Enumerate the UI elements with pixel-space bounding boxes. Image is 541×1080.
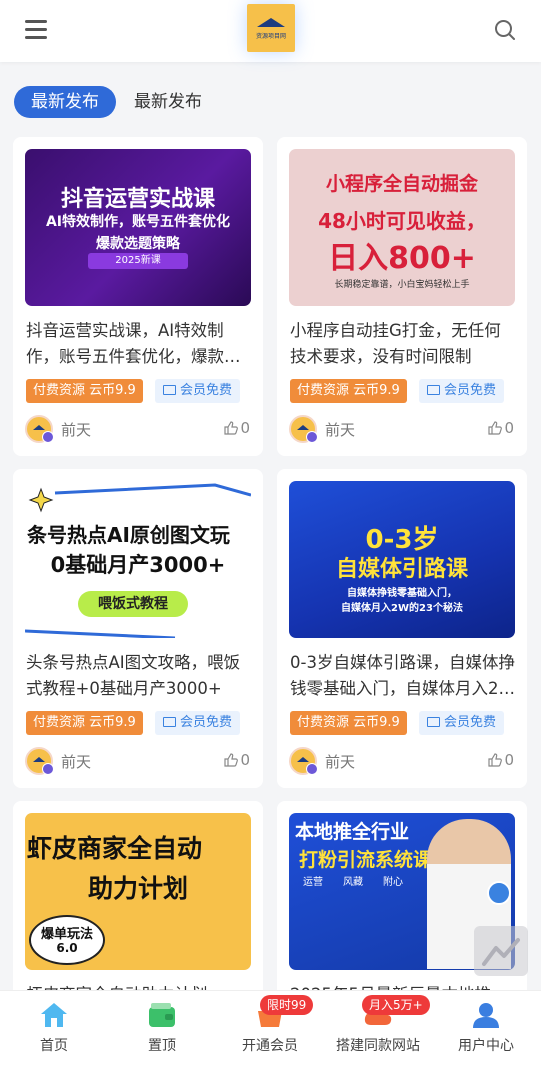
nav-label: 置顶 bbox=[148, 1038, 176, 1054]
avatar[interactable] bbox=[25, 747, 54, 775]
user-icon bbox=[471, 1001, 501, 1029]
thumb-text: 爆单玩法 bbox=[40, 927, 93, 942]
like-count: 0 bbox=[504, 751, 514, 769]
nav-membership[interactable]: 限时99 开通会员 bbox=[216, 991, 324, 1061]
thumbs-up-icon bbox=[224, 753, 239, 767]
nav-label: 开通会员 bbox=[242, 1038, 298, 1054]
nav-label: 首页 bbox=[40, 1038, 68, 1054]
post-time: 前天 bbox=[325, 753, 356, 771]
member-free-badge: 会员免费 bbox=[155, 711, 241, 735]
price-badge: 付费资源 云币9.9 bbox=[26, 711, 143, 735]
top-bar: 资源项目网 bbox=[0, 0, 541, 62]
thumb-text: 日入800+ bbox=[328, 241, 476, 276]
folder-icon bbox=[427, 385, 440, 395]
thumb-text: 0基础月产3000+ bbox=[50, 553, 226, 577]
card-title[interactable]: 抖音运营实战课，AI特效制作，账号五件套优化，爆款选题策略 bbox=[26, 318, 252, 370]
thumb-text: 附心 bbox=[383, 877, 403, 888]
resource-card[interactable]: 抖音运营实战课 AI特效制作，账号五件套优化 爆款选题策略 2025新课 抖音运… bbox=[13, 137, 263, 456]
member-free-badge: 会员免费 bbox=[419, 379, 505, 403]
card-thumbnail: 0-3岁 自媒体引路课 自媒体挣钱零基础入门， 自媒体月入2W的23个秘法 bbox=[289, 481, 515, 638]
post-time: 前天 bbox=[61, 421, 92, 439]
folder-icon bbox=[163, 385, 176, 395]
tab-latest-active[interactable]: 最新发布 bbox=[14, 86, 116, 118]
avatar[interactable] bbox=[289, 747, 318, 775]
member-free-label: 会员免费 bbox=[180, 383, 233, 398]
like-button[interactable]: 0 bbox=[488, 751, 514, 769]
thumb-tag: 喂饭式教程 bbox=[78, 591, 188, 617]
thumb-text: 小程序全自动掘金 bbox=[325, 173, 478, 195]
thumb-text: 48小时可见收益， bbox=[318, 209, 486, 233]
thumb-text: 6.0 bbox=[56, 941, 78, 955]
thumb-text: AI特效制作，账号五件套优化 bbox=[45, 214, 231, 230]
nav-label: 用户中心 bbox=[458, 1038, 514, 1054]
member-free-label: 会员免费 bbox=[444, 383, 497, 398]
card-title[interactable]: 头条号热点AI图文攻略，喂饭式教程+0基础月产3000+ bbox=[26, 650, 252, 702]
folder-icon bbox=[163, 717, 176, 727]
thumbs-up-icon bbox=[224, 421, 239, 435]
thumb-text: 运营 bbox=[303, 877, 323, 888]
chart-up-icon bbox=[482, 938, 520, 966]
thumb-text: 自媒体挣钱零基础入门， bbox=[347, 588, 457, 599]
bottom-navigation: 首页 置顶 限时99 开通会员 月入5万+ 搭建同款网站 用户中心 bbox=[0, 990, 541, 1080]
nav-badge: 限时99 bbox=[260, 995, 314, 1015]
thumb-text: 虾皮商家全自动 bbox=[27, 834, 203, 863]
card-title[interactable]: 0-3岁自媒体引路课，自媒体挣钱零基础入门，自媒体月入2W的23个秘法 bbox=[290, 650, 516, 702]
hamburger-menu-icon[interactable] bbox=[25, 18, 49, 40]
like-button[interactable]: 0 bbox=[224, 751, 250, 769]
card-thumbnail: 小程序全自动掘金 48小时可见收益， 日入800+ 长期稳定靠谱，小白宝妈轻松上… bbox=[289, 149, 515, 306]
thumb-text: 爆款选题策略 bbox=[96, 236, 180, 252]
like-button[interactable]: 0 bbox=[488, 419, 514, 437]
resource-card[interactable]: 小程序全自动掘金 48小时可见收益， 日入800+ 长期稳定靠谱，小白宝妈轻松上… bbox=[277, 137, 527, 456]
wallet-icon bbox=[147, 1001, 177, 1029]
card-title[interactable]: 小程序自动挂G打金，无任何技术要求，没有时间限制 bbox=[290, 318, 516, 370]
card-thumbnail: 抖音运营实战课 AI特效制作，账号五件套优化 爆款选题策略 2025新课 bbox=[25, 149, 251, 306]
thumb-text: 长期稳定靠谱，小白宝妈轻松上手 bbox=[334, 280, 470, 290]
member-free-label: 会员免费 bbox=[444, 715, 497, 730]
price-badge: 付费资源 云币9.9 bbox=[290, 711, 407, 735]
back-to-top-button[interactable] bbox=[474, 926, 528, 976]
avatar[interactable] bbox=[289, 415, 318, 443]
nav-badge: 月入5万+ bbox=[362, 995, 430, 1015]
nav-build-site[interactable]: 月入5万+ 搭建同款网站 bbox=[324, 991, 432, 1061]
folder-icon bbox=[427, 717, 440, 727]
thumb-tag: 2025新课 bbox=[88, 253, 188, 269]
nav-home[interactable]: 首页 bbox=[0, 991, 108, 1061]
card-thumbnail: 条号热点AI原创图文玩 0基础月产3000+ 喂饭式教程 bbox=[25, 481, 251, 638]
member-free-badge: 会员免费 bbox=[155, 379, 241, 403]
like-button[interactable]: 0 bbox=[224, 419, 250, 437]
post-time: 前天 bbox=[61, 753, 92, 771]
like-count: 0 bbox=[504, 419, 514, 437]
tab-latest[interactable]: 最新发布 bbox=[134, 86, 202, 118]
thumb-text: 风藏 bbox=[343, 877, 363, 888]
thumb-text: 抖音运营实战课 bbox=[60, 187, 215, 212]
like-count: 0 bbox=[240, 751, 250, 769]
member-free-badge: 会员免费 bbox=[419, 711, 505, 735]
nav-label: 搭建同款网站 bbox=[336, 1038, 420, 1054]
member-free-label: 会员免费 bbox=[180, 715, 233, 730]
thumb-text: 条号热点AI原创图文玩 bbox=[27, 523, 230, 547]
search-icon[interactable] bbox=[494, 19, 516, 41]
resource-card[interactable]: 0-3岁 自媒体引路课 自媒体挣钱零基础入门， 自媒体月入2W的23个秘法 0-… bbox=[277, 469, 527, 788]
nav-user-center[interactable]: 用户中心 bbox=[432, 991, 540, 1061]
price-badge: 付费资源 云币9.9 bbox=[290, 379, 407, 403]
thumb-text: 自媒体引路课 bbox=[335, 557, 468, 582]
price-badge: 付费资源 云币9.9 bbox=[26, 379, 143, 403]
resource-card[interactable]: 条号热点AI原创图文玩 0基础月产3000+ 喂饭式教程 头条号热点AI图文攻略… bbox=[13, 469, 263, 788]
card-thumbnail: 虾皮商家全自动 助力计划 爆单玩法 6.0 bbox=[25, 813, 251, 970]
post-time: 前天 bbox=[325, 421, 356, 439]
thumb-text: 自媒体月入2W的23个秘法 bbox=[341, 603, 463, 614]
avatar[interactable] bbox=[25, 415, 54, 443]
site-logo[interactable]: 资源项目网 bbox=[247, 4, 295, 52]
thumbs-up-icon bbox=[488, 753, 503, 767]
nav-pin[interactable]: 置顶 bbox=[108, 991, 216, 1061]
thumbs-up-icon bbox=[488, 421, 503, 435]
thumb-text: 助力计划 bbox=[87, 874, 188, 903]
verified-icon bbox=[487, 881, 511, 905]
like-count: 0 bbox=[240, 419, 250, 437]
logo-text: 资源项目网 bbox=[255, 33, 286, 40]
home-icon bbox=[39, 1001, 69, 1029]
